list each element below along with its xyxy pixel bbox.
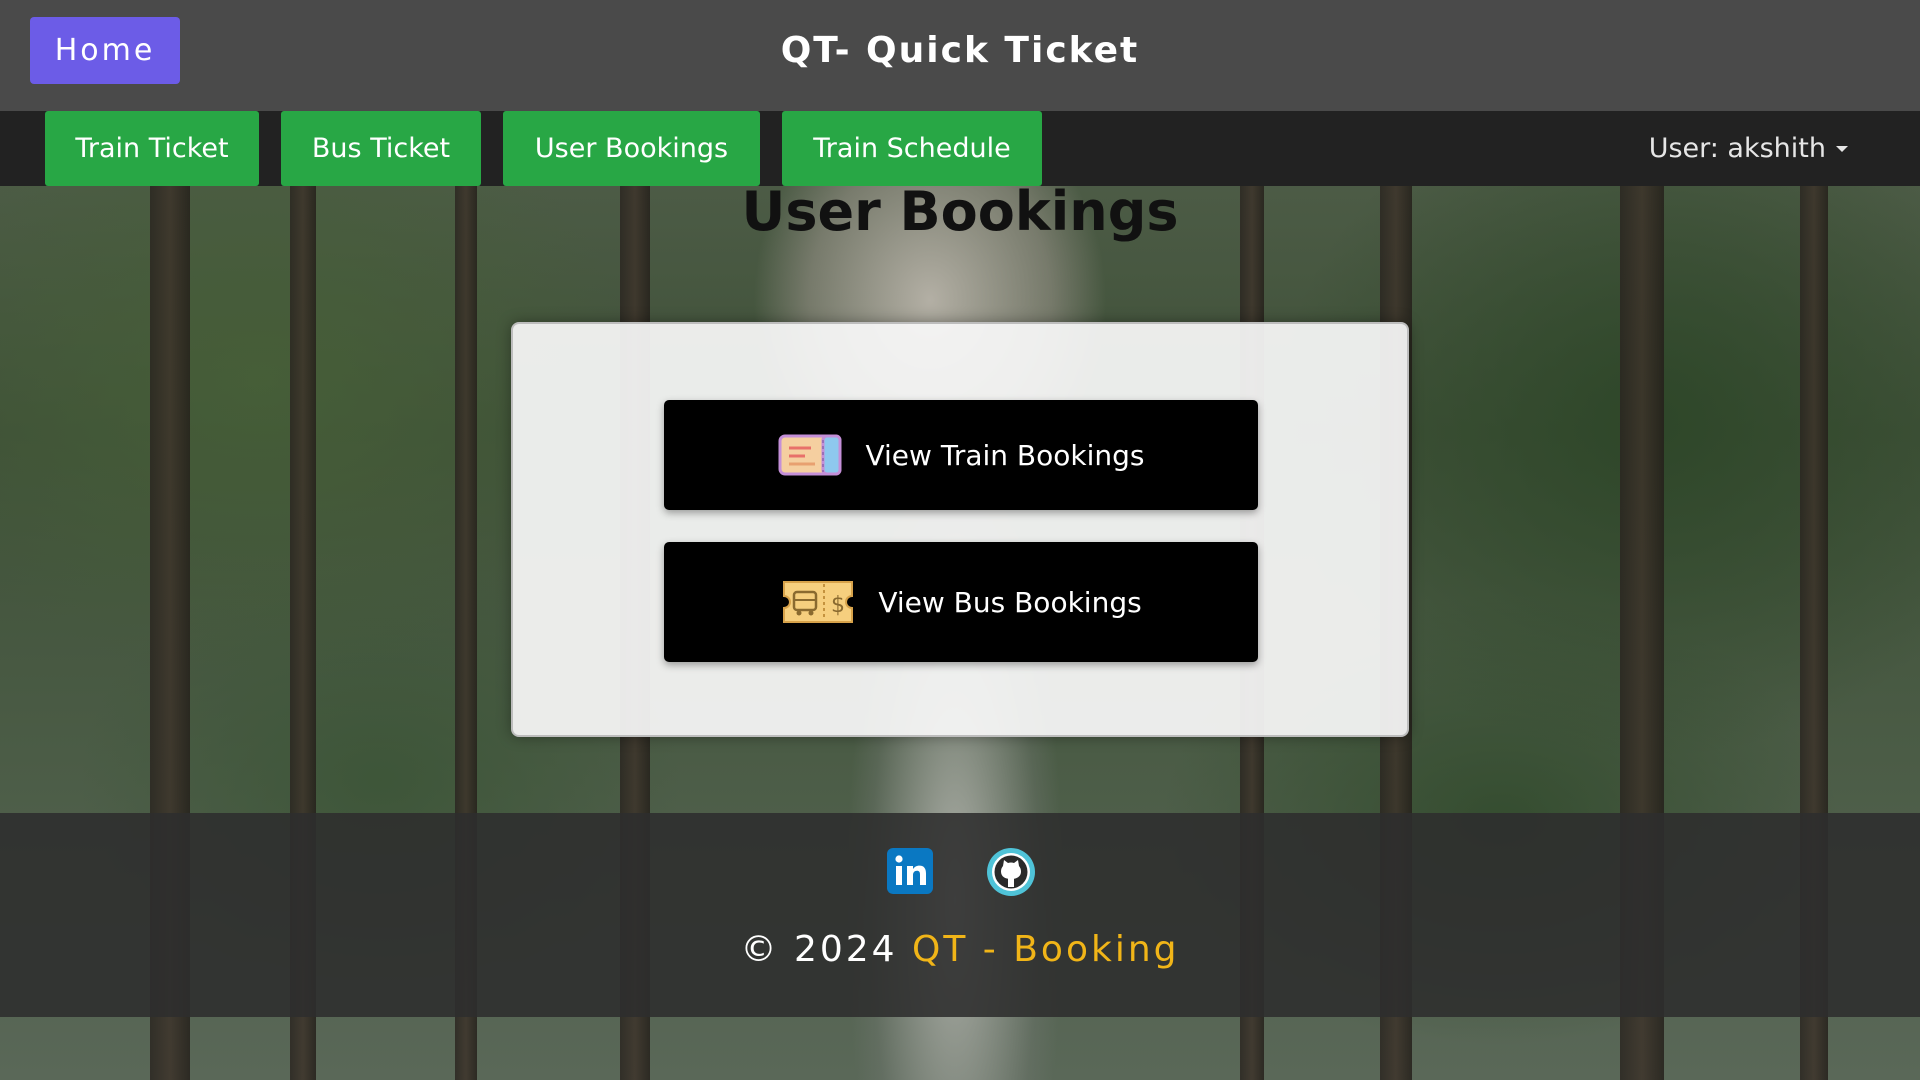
main-navbar: Train Ticket Bus Ticket User Bookings Tr… (0, 111, 1920, 186)
view-bus-bookings-label: View Bus Bookings (878, 585, 1142, 619)
bus-ticket-icon: $ (780, 578, 856, 626)
app-title: QT- Quick Ticket (780, 30, 1140, 71)
page-heading: User Bookings (741, 180, 1179, 243)
user-label: User: akshith (1648, 133, 1826, 164)
train-ticket-icon (777, 432, 843, 478)
bookings-card: View Train Bookings $ View Bus Bookings (511, 322, 1409, 737)
brand-name: QT - Booking (912, 929, 1180, 970)
nav-user-bookings-button[interactable]: User Bookings (503, 111, 760, 186)
nav-train-ticket-button[interactable]: Train Ticket (45, 111, 259, 186)
github-icon[interactable] (986, 847, 1035, 896)
footer: © 2024 QT - Booking (0, 813, 1920, 1017)
copyright-text: © 2024 (740, 929, 898, 970)
view-bus-bookings-button[interactable]: $ View Bus Bookings (664, 542, 1258, 662)
nav-bus-ticket-button[interactable]: Bus Ticket (281, 111, 481, 186)
view-train-bookings-button[interactable]: View Train Bookings (664, 400, 1258, 510)
view-train-bookings-label: View Train Bookings (865, 438, 1145, 472)
nav-train-schedule-button[interactable]: Train Schedule (782, 111, 1042, 186)
caret-down-icon (1836, 145, 1848, 152)
copyright: © 2024 QT - Booking (0, 929, 1920, 970)
top-header: Home QT- Quick Ticket (0, 0, 1920, 111)
social-links (0, 847, 1920, 896)
svg-text:$: $ (831, 593, 845, 618)
linkedin-icon[interactable] (886, 847, 934, 895)
user-dropdown[interactable]: User: akshith (1649, 111, 1848, 186)
